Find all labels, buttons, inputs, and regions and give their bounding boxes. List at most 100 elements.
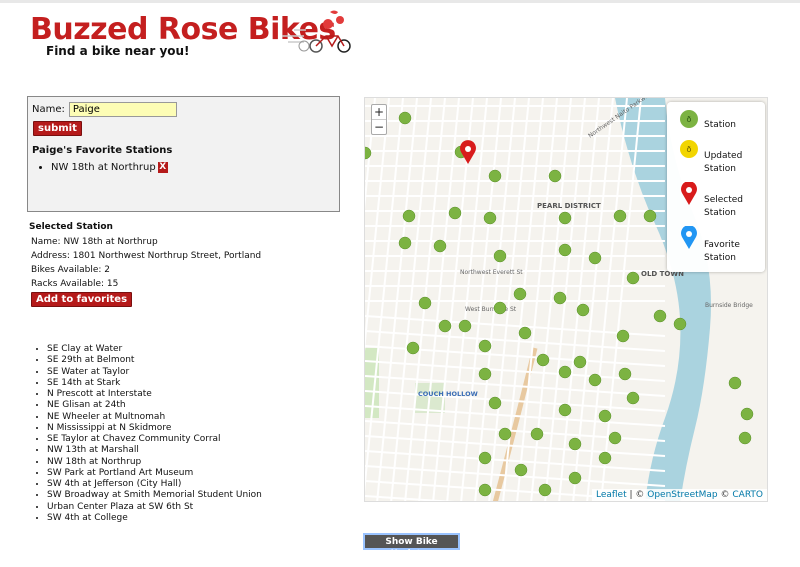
station-list-item[interactable]: SE 29th at Belmont xyxy=(47,355,332,366)
station-marker[interactable] xyxy=(568,471,582,485)
station-marker[interactable] xyxy=(433,239,447,253)
station-marker[interactable] xyxy=(643,209,657,223)
station-marker[interactable] xyxy=(573,355,587,369)
station-marker[interactable] xyxy=(558,365,572,379)
selected-station-marker[interactable] xyxy=(460,140,476,164)
station-marker[interactable] xyxy=(438,319,452,333)
station-marker[interactable] xyxy=(653,309,667,323)
station-marker[interactable] xyxy=(458,319,472,333)
station-marker[interactable] xyxy=(483,211,497,225)
station-marker[interactable] xyxy=(488,396,502,410)
station-map[interactable]: PEARL DISTRICT OLD TOWN Northwest Everet… xyxy=(364,97,768,502)
station-marker[interactable] xyxy=(448,206,462,220)
name-row: Name: xyxy=(32,102,177,117)
map-attribution: Leaflet | © OpenStreetMap © CARTO xyxy=(591,489,767,501)
selected-name: Name: NW 18th at Northrup xyxy=(31,237,158,247)
station-marker[interactable] xyxy=(530,427,544,441)
station-marker[interactable] xyxy=(728,376,742,390)
station-marker[interactable] xyxy=(558,403,572,417)
station-marker[interactable] xyxy=(553,291,567,305)
zoom-out-button[interactable]: − xyxy=(372,119,386,134)
station-marker[interactable] xyxy=(518,326,532,340)
station-marker[interactable] xyxy=(538,483,552,497)
station-marker[interactable] xyxy=(616,329,630,343)
station-marker[interactable] xyxy=(626,271,640,285)
station-list-item[interactable]: SW Broadway at Smith Memorial Student Un… xyxy=(47,490,332,501)
station-marker[interactable] xyxy=(558,243,572,257)
station-marker[interactable] xyxy=(568,437,582,451)
station-marker[interactable] xyxy=(626,391,640,405)
station-list-item[interactable]: SE Taylor at Chavez Community Corral xyxy=(47,434,332,445)
bike-logo-icon xyxy=(282,10,351,53)
station-marker[interactable] xyxy=(406,341,420,355)
show-bike-updates-button[interactable]: Show Bike Updates xyxy=(363,533,460,559)
remove-favorite-button[interactable]: X xyxy=(157,161,168,173)
station-list-item[interactable]: NE Glisan at 24th xyxy=(47,400,332,411)
legend-updated-label: Updated Station xyxy=(704,151,743,174)
station-marker[interactable] xyxy=(673,317,687,331)
station-list-item[interactable]: NW 18th at Northrup xyxy=(47,457,332,468)
station-list-item[interactable]: SE Water at Taylor xyxy=(47,367,332,378)
add-to-favorites-button[interactable]: Add to favorites xyxy=(31,292,133,307)
station-marker[interactable] xyxy=(398,111,412,125)
station-marker[interactable] xyxy=(588,251,602,265)
submit-button[interactable]: submit xyxy=(33,121,82,136)
station-marker[interactable] xyxy=(478,367,492,381)
zoom-control: + − xyxy=(371,104,387,135)
station-list-item[interactable]: SW 4th at College xyxy=(47,513,332,524)
station-marker[interactable] xyxy=(738,431,752,445)
station-marker[interactable] xyxy=(548,169,562,183)
station-marker[interactable] xyxy=(576,303,590,317)
carto-link[interactable]: CARTO xyxy=(732,490,763,500)
station-marker[interactable] xyxy=(498,427,512,441)
map-legend: ð Station ð Updated Station Selected Sta… xyxy=(667,102,765,272)
station-list-item[interactable]: N Prescott at Interstate xyxy=(47,389,332,400)
station-marker[interactable] xyxy=(598,451,612,465)
favorite-item-label[interactable]: NW 18th at Northrup xyxy=(51,162,156,173)
station-list-item[interactable]: SW 4th at Jefferson (City Hall) xyxy=(47,479,332,490)
user-panel: Name: submit Paige's Favorite Stations N… xyxy=(27,96,340,212)
station-marker[interactable] xyxy=(613,209,627,223)
favorites-title: Paige's Favorite Stations xyxy=(32,145,173,156)
station-marker[interactable] xyxy=(478,339,492,353)
station-marker[interactable] xyxy=(514,463,528,477)
station-marker[interactable] xyxy=(418,296,432,310)
station-list-item[interactable]: NW 13th at Marshall xyxy=(47,445,332,456)
station-marker[interactable] xyxy=(488,169,502,183)
station-marker[interactable] xyxy=(608,431,622,445)
station-list-item[interactable]: SW Park at Portland Art Museum xyxy=(47,468,332,479)
station-marker[interactable] xyxy=(493,301,507,315)
attribution-separator-2: © xyxy=(717,490,733,500)
zoom-in-button[interactable]: + xyxy=(372,105,386,119)
station-marker[interactable] xyxy=(536,353,550,367)
station-list-item[interactable]: SE Clay at Water xyxy=(47,344,332,355)
station-marker[interactable] xyxy=(478,451,492,465)
label-burnside-bridge: Burnside Bridge xyxy=(705,302,753,309)
station-marker[interactable] xyxy=(478,483,492,497)
selected-address: Address: 1801 Northwest Northrup Street,… xyxy=(31,251,262,261)
station-marker[interactable] xyxy=(558,211,572,225)
station-list: SE Clay at Water SE 29th at Belmont SE W… xyxy=(32,344,332,524)
station-list-item[interactable]: NE Wheeler at Multnomah xyxy=(47,412,332,423)
station-list-item[interactable]: SE 14th at Stark xyxy=(47,378,332,389)
favorite-station-legend-icon xyxy=(681,226,697,249)
leaflet-link[interactable]: Leaflet xyxy=(596,490,627,500)
station-list-item[interactable]: N Mississippi at N Skidmore xyxy=(47,423,332,434)
station-marker[interactable] xyxy=(493,249,507,263)
legend-selected-label: Selected Station xyxy=(704,195,744,218)
selected-title: Selected Station xyxy=(29,222,113,232)
name-input[interactable] xyxy=(68,102,177,117)
station-legend-icon: ð xyxy=(680,110,698,128)
station-marker[interactable] xyxy=(588,373,602,387)
name-label: Name: xyxy=(32,104,65,115)
osm-link[interactable]: OpenStreetMap xyxy=(647,490,717,500)
station-marker[interactable] xyxy=(618,367,632,381)
station-marker[interactable] xyxy=(740,407,754,421)
station-marker[interactable] xyxy=(402,209,416,223)
station-marker[interactable] xyxy=(513,287,527,301)
selected-station: Selected Station Name: NW 18th at Northr… xyxy=(29,220,261,291)
selected-station-legend-icon xyxy=(681,182,697,205)
station-marker[interactable] xyxy=(598,409,612,423)
station-marker[interactable] xyxy=(398,236,412,250)
station-list-item[interactable]: Urban Center Plaza at SW 6th St xyxy=(47,502,332,513)
